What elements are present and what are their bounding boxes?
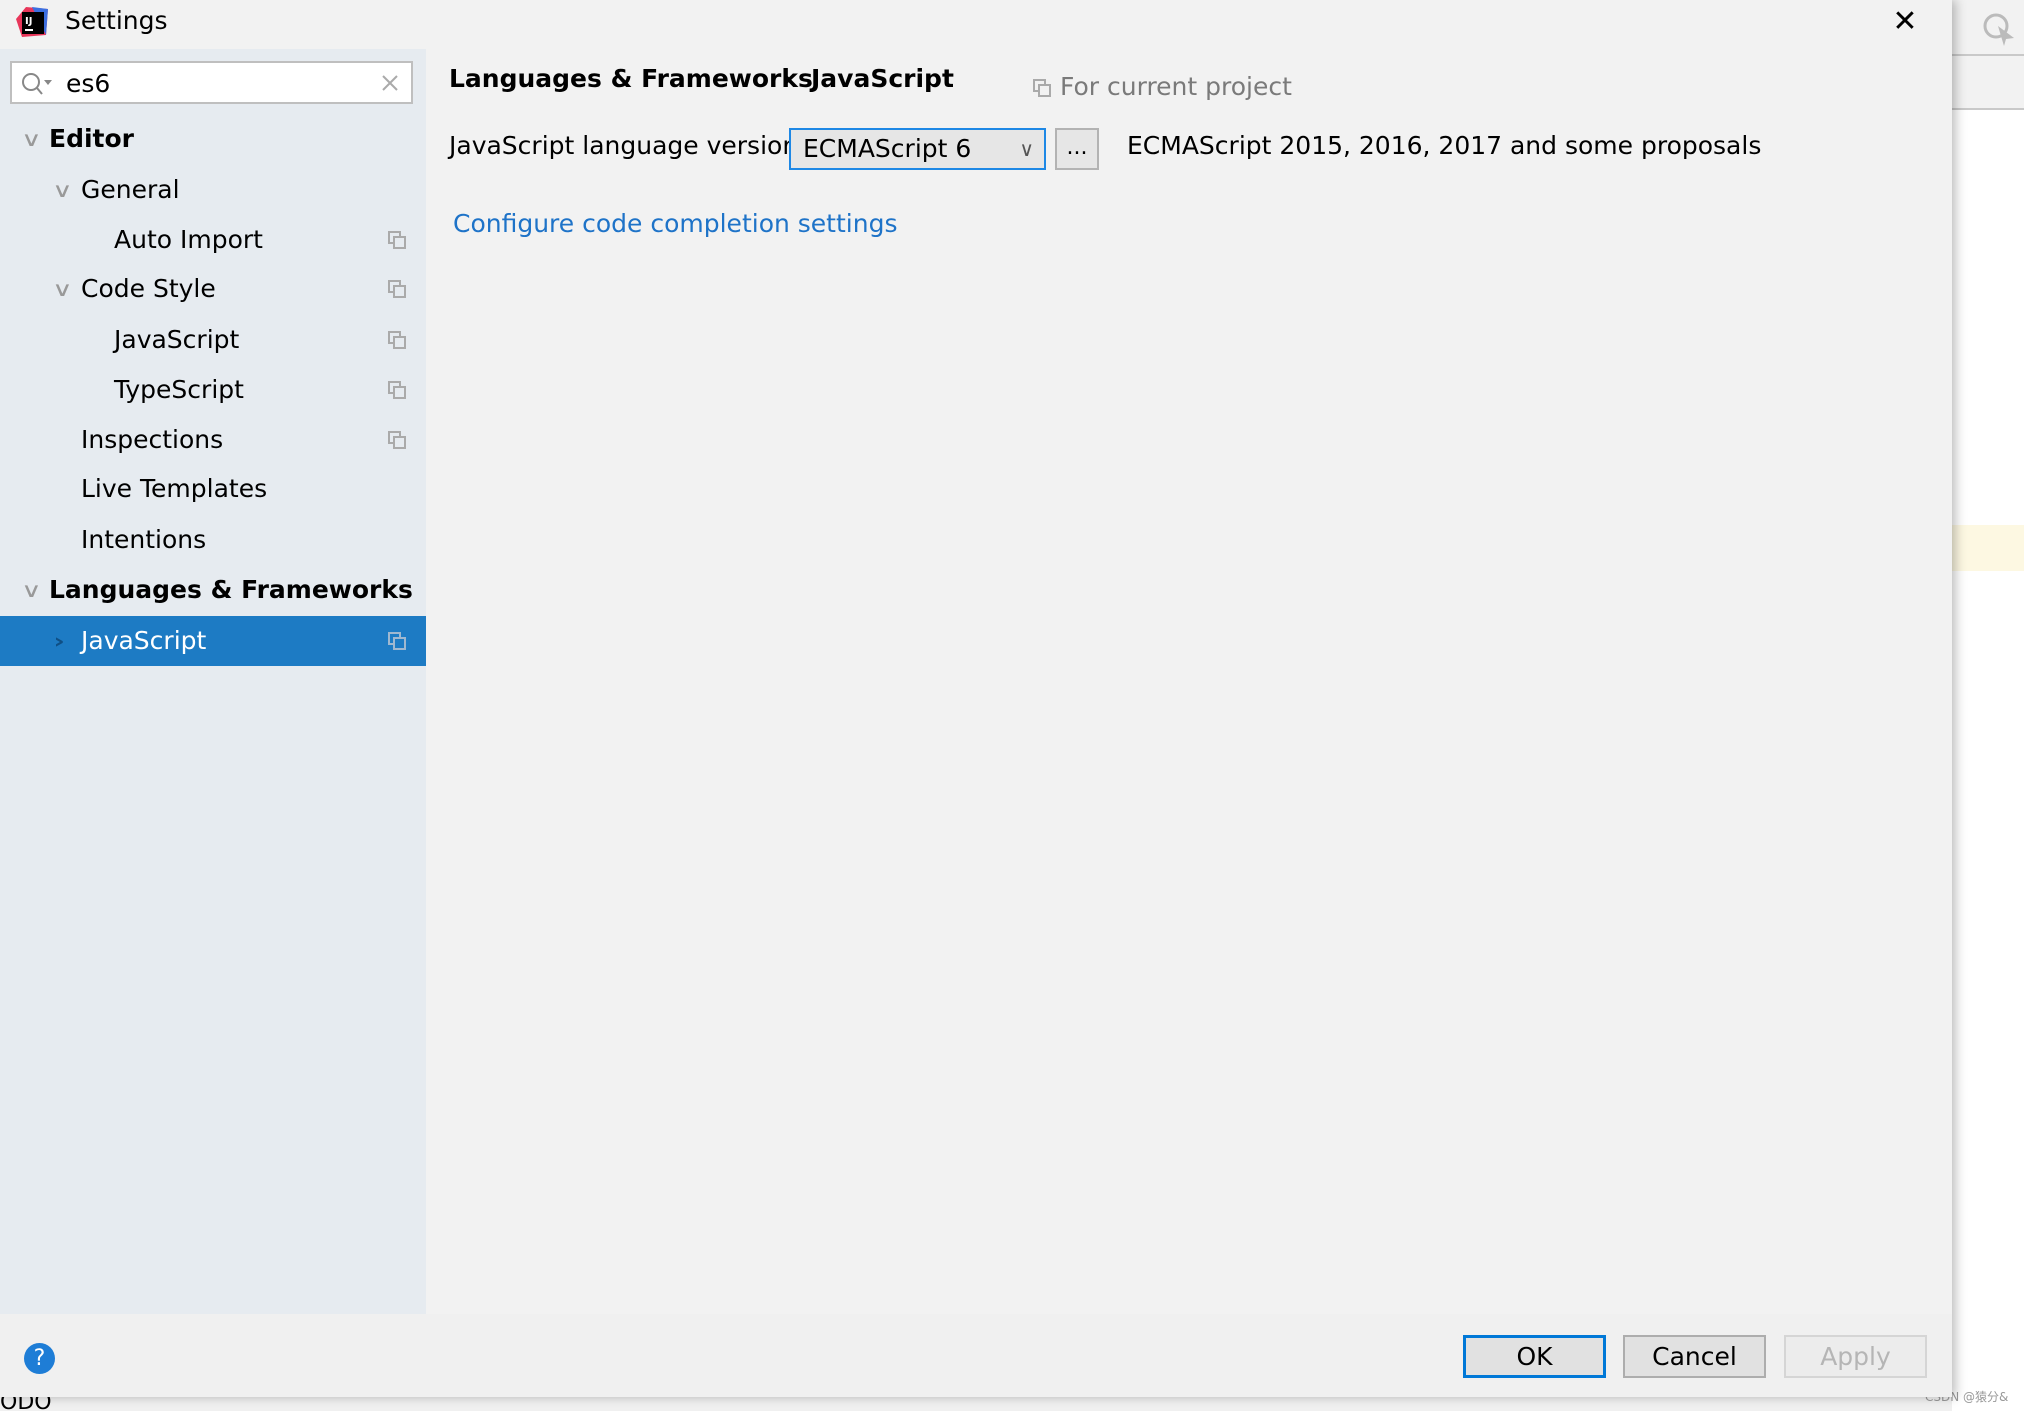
tree-item-label: Intentions bbox=[81, 525, 207, 554]
chevron-down-icon: ∨ bbox=[1019, 137, 1034, 161]
tree-item-general[interactable]: ∨ General bbox=[0, 165, 426, 215]
breadcrumb-languages-frameworks: Languages & Frameworks bbox=[449, 64, 813, 93]
tree-item-label: TypeScript bbox=[114, 375, 244, 404]
settings-dialog: IJ Settings ✕ ∨Editor ∨General Auto Impo… bbox=[0, 0, 1952, 1397]
configure-code-completion-link[interactable]: Configure code completion settings bbox=[453, 209, 897, 238]
tree-item-javascript-selected[interactable]: › JavaScript bbox=[0, 616, 426, 666]
tree-item-label: Inspections bbox=[81, 425, 224, 454]
search-field[interactable] bbox=[10, 61, 413, 104]
tree-item-live-templates[interactable]: Live Templates bbox=[0, 464, 426, 514]
ide-background bbox=[1952, 0, 2024, 1411]
tree-item-inspections[interactable]: Inspections bbox=[0, 415, 426, 465]
apply-button[interactable]: Apply bbox=[1784, 1335, 1927, 1378]
breadcrumb-javascript: JavaScript bbox=[811, 64, 954, 93]
ide-toolbar-row bbox=[1952, 56, 2024, 110]
svg-text:IJ: IJ bbox=[25, 16, 32, 27]
clear-search-icon[interactable] bbox=[382, 75, 398, 91]
tree-item-label: Live Templates bbox=[81, 474, 268, 503]
tree-item-languages-frameworks[interactable]: ∨ Languages & Frameworks bbox=[0, 565, 426, 615]
tree-item-label: Editor bbox=[49, 124, 134, 153]
copy-icon bbox=[388, 231, 406, 249]
copy-icon bbox=[388, 331, 406, 349]
tree-item-label: Languages & Frameworks bbox=[49, 575, 413, 604]
tree-item-label: JavaScript bbox=[81, 626, 207, 655]
close-icon[interactable]: ✕ bbox=[1890, 4, 1920, 40]
dropdown-value: ECMAScript 6 bbox=[803, 134, 972, 163]
tree-item-code-style[interactable]: ∨ Code Style bbox=[0, 264, 426, 314]
breadcrumb-separator: › bbox=[783, 64, 793, 93]
help-icon[interactable]: ? bbox=[24, 1343, 55, 1374]
language-version-description: ECMAScript 2015, 2016, 2017 and some pro… bbox=[1127, 131, 1762, 160]
title-bar: IJ Settings ✕ bbox=[0, 0, 1952, 49]
tree-item-intentions[interactable]: Intentions bbox=[0, 515, 426, 565]
tree-item-label: Code Style bbox=[81, 274, 216, 303]
ok-button[interactable]: OK bbox=[1463, 1335, 1606, 1378]
tree-item-label: General bbox=[81, 175, 180, 204]
scope-label: For current project bbox=[1060, 72, 1292, 101]
tree-item-code-style-typescript[interactable]: TypeScript bbox=[0, 365, 426, 415]
language-version-dropdown[interactable]: ECMAScript 6 ∨ bbox=[789, 128, 1046, 170]
cancel-button[interactable]: Cancel bbox=[1623, 1335, 1766, 1378]
project-scope-icon bbox=[1033, 79, 1051, 97]
language-version-label: JavaScript language version bbox=[449, 131, 799, 160]
more-options-button[interactable]: ... bbox=[1055, 128, 1099, 170]
tree-item-auto-import[interactable]: Auto Import bbox=[0, 215, 426, 265]
search-input[interactable] bbox=[66, 67, 366, 99]
tree-item-editor[interactable]: ∨ Editor bbox=[0, 114, 426, 164]
ide-toolbar bbox=[1952, 0, 2024, 56]
copy-icon bbox=[388, 632, 406, 650]
tree-item-label: Auto Import bbox=[114, 225, 263, 254]
intellij-logo-icon: IJ bbox=[16, 7, 48, 37]
tree-item-label: JavaScript bbox=[114, 325, 240, 354]
ide-status-strip bbox=[0, 1397, 1952, 1411]
ide-highlight-line bbox=[1952, 525, 2024, 571]
copy-icon bbox=[388, 280, 406, 298]
tree-item-code-style-javascript[interactable]: JavaScript bbox=[0, 315, 426, 365]
copy-icon bbox=[388, 431, 406, 449]
window-title: Settings bbox=[65, 6, 168, 35]
search-icon bbox=[22, 73, 52, 95]
history-cursor-icon[interactable] bbox=[1982, 12, 2016, 46]
copy-icon bbox=[388, 381, 406, 399]
